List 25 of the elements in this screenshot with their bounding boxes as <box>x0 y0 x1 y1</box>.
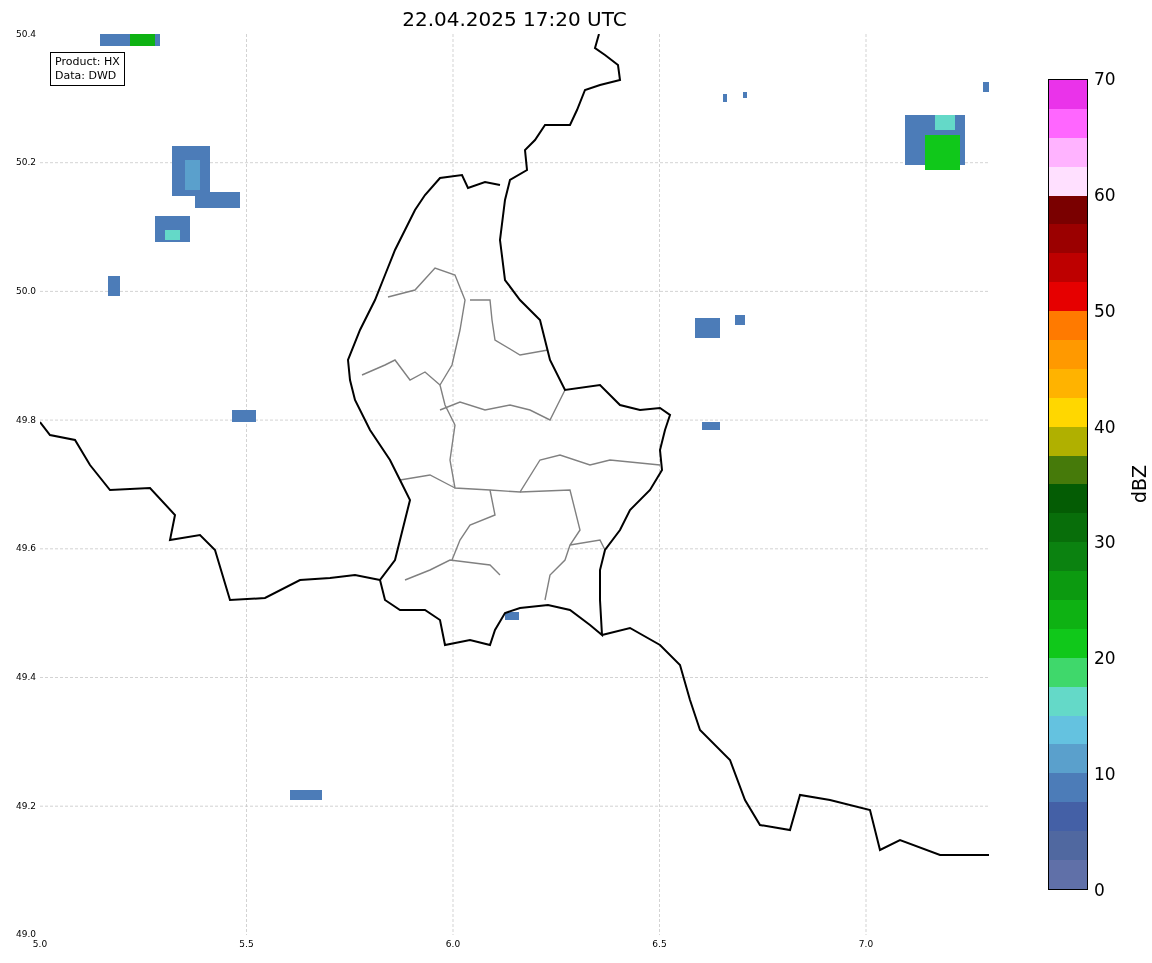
y-tick-label: 50.0 <box>14 285 36 297</box>
colorbar-tick-label: 50 <box>1094 300 1116 321</box>
colorbar-tick-label: 40 <box>1094 416 1116 437</box>
y-tick-label: 49.4 <box>14 672 36 683</box>
y-tick-label: 50.4 <box>14 28 36 40</box>
colorbar-tick-label: 20 <box>1094 648 1116 669</box>
chart-title: 22.04.2025 17:20 UTC <box>401 6 628 32</box>
colorbar-tick-label: 60 <box>1094 184 1116 205</box>
colorbar-tick-label: 0 <box>1094 880 1105 900</box>
colorbar-tick-label: 70 <box>1094 69 1116 89</box>
info-text: Data: DWD <box>55 69 118 83</box>
info-text: Product: HX <box>55 55 120 69</box>
y-tick-label: 50.2 <box>14 157 36 169</box>
colorbar-tick-label: 10 <box>1094 764 1116 785</box>
x-tick-label: 5.5 <box>238 939 255 950</box>
y-tick-label: 49.6 <box>14 543 36 555</box>
colorbar-tick-label: 30 <box>1094 532 1116 553</box>
y-tick-label: 49.0 <box>14 929 36 940</box>
x-tick-label: 6.5 <box>651 939 668 950</box>
y-tick-label: 49.8 <box>14 414 36 426</box>
x-tick-label: 6.0 <box>444 939 462 950</box>
x-tick-label: 5.0 <box>31 939 49 950</box>
x-tick-label: 7.0 <box>857 939 875 950</box>
y-tick-label: 49.2 <box>14 800 36 812</box>
colorbar-label: dBZ <box>1127 464 1152 504</box>
